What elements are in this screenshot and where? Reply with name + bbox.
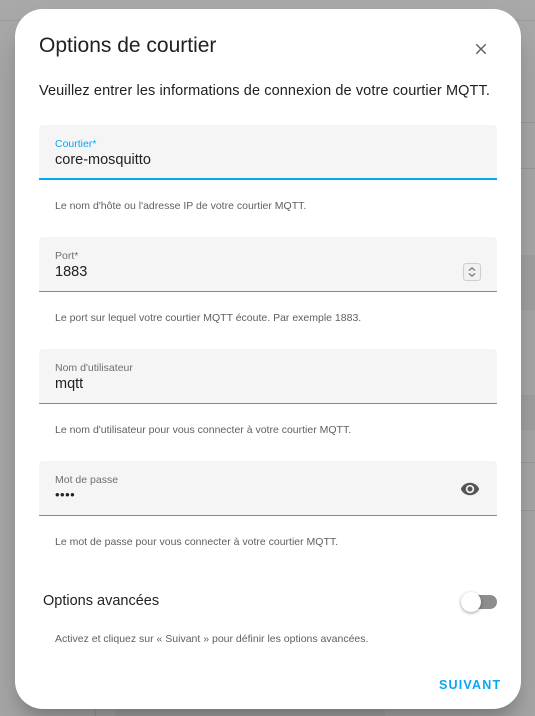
show-password-button[interactable]: [459, 478, 481, 500]
close-button[interactable]: [465, 33, 497, 65]
broker-options-dialog: Options de courtier Veuillez entrer les …: [15, 9, 521, 709]
dialog-description: Veuillez entrer les informations de conn…: [39, 83, 490, 99]
port-helper-text: Le port sur lequel votre courtier MQTT é…: [55, 312, 362, 324]
password-field[interactable]: Mot de passe ••••: [39, 461, 497, 516]
port-input[interactable]: 1883: [55, 264, 87, 280]
advanced-options-label: Options avancées: [43, 593, 160, 609]
close-icon: [475, 43, 487, 55]
advanced-options-helper-text: Activez et cliquez sur « Suivant » pour …: [55, 633, 369, 645]
broker-input[interactable]: core-mosquitto: [55, 152, 151, 168]
username-input[interactable]: mqtt: [55, 376, 83, 392]
password-field-label: Mot de passe: [55, 474, 119, 486]
username-helper-text: Le nom d'utilisateur pour vous connecter…: [55, 424, 352, 436]
broker-helper-text: Le nom d'hôte ou l'adresse IP de votre c…: [55, 200, 307, 212]
toggle-thumb: [461, 592, 481, 612]
username-field[interactable]: Nom d'utilisateur mqtt: [39, 349, 497, 404]
broker-field-label: Courtier*: [55, 138, 97, 150]
password-input[interactable]: ••••: [55, 487, 75, 502]
dialog-title: Options de courtier: [39, 34, 217, 57]
port-field[interactable]: Port* 1883: [39, 237, 497, 292]
broker-field[interactable]: Courtier* core-mosquitto: [39, 125, 497, 180]
port-field-label: Port*: [55, 250, 79, 262]
chevron-up-down-icon: [468, 266, 476, 278]
username-field-label: Nom d'utilisateur: [55, 362, 133, 374]
password-helper-text: Le mot de passe pour vous connecter à vo…: [55, 536, 339, 548]
port-stepper[interactable]: [463, 263, 481, 281]
advanced-options-toggle[interactable]: [461, 591, 497, 613]
eye-icon: [460, 482, 480, 496]
next-button[interactable]: SUIVANT: [431, 674, 509, 696]
